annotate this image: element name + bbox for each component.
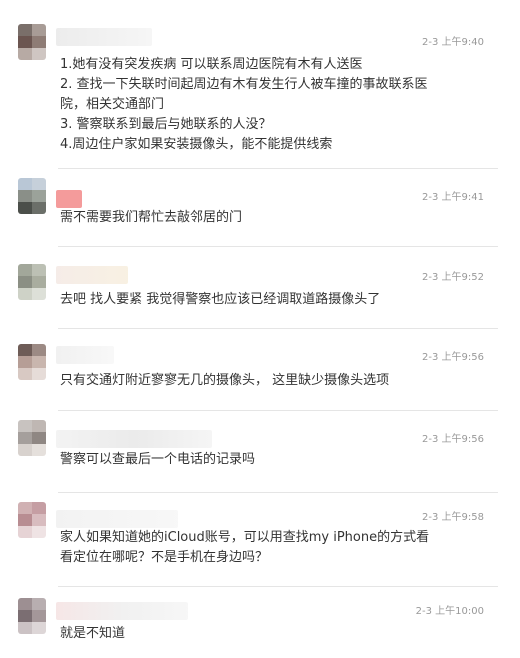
user-avatar[interactable] bbox=[18, 178, 46, 214]
user-avatar[interactable] bbox=[18, 344, 46, 380]
comment-text-line: 去吧 找人要紧 我觉得警察也应该已经调取道路摄像头了 bbox=[60, 292, 381, 307]
divider bbox=[58, 410, 498, 411]
comment-item: 2-3 上午9:58 家人如果知道她的iCloud账号，可以用查找my iPho… bbox=[0, 494, 520, 594]
comment-text-line: 院，相关交通部门 bbox=[60, 97, 165, 112]
divider bbox=[58, 328, 498, 329]
comment-text-line: 家人如果知道她的iCloud账号，可以用查找my iPhone的方式看 bbox=[60, 530, 430, 545]
comment-text-line: 看定位在哪呢？不是手机在身边吗？ bbox=[60, 550, 269, 565]
comment-timestamp: 2-3 上午9:52 bbox=[422, 272, 484, 283]
comment-item: 2-3 上午9:40 1.她有没有突发疾病 可以联系周边医院有木有人送医 2. … bbox=[0, 0, 520, 170]
comment-text-line: 4.周边住户家如果安装摄像头，能不能提供线索 bbox=[60, 137, 333, 152]
comment-text: 只有交通灯附近寥寥无几的摄像头， 这里缺少摄像头选项 bbox=[60, 371, 480, 391]
comment-text: 需不需要我们帮忙去敲邻居的门 bbox=[60, 208, 480, 228]
comment-list: 2-3 上午9:40 1.她有没有突发疾病 可以联系周边医院有木有人送医 2. … bbox=[0, 0, 520, 658]
user-avatar[interactable] bbox=[18, 264, 46, 300]
username-blurred[interactable] bbox=[56, 510, 178, 528]
comment-item: 2-3 上午9:41 需不需要我们帮忙去敲邻居的门 bbox=[0, 170, 520, 248]
comment-text: 家人如果知道她的iCloud账号，可以用查找my iPhone的方式看 看定位在… bbox=[60, 528, 480, 568]
comment-text-line: 3. 警察联系到最后与她联系的人没？ bbox=[60, 117, 272, 132]
comment-item: 2-3 上午9:56 只有交通灯附近寥寥无几的摄像头， 这里缺少摄像头选项 bbox=[0, 330, 520, 412]
comment-text-line: 需不需要我们帮忙去敲邻居的门 bbox=[60, 210, 243, 225]
comment-item: 2-3 上午9:52 去吧 找人要紧 我觉得警察也应该已经调取道路摄像头了 bbox=[0, 248, 520, 330]
comment-timestamp: 2-3 上午9:56 bbox=[422, 434, 484, 445]
username-blurred[interactable] bbox=[56, 266, 128, 284]
comment-timestamp: 2-3 上午9:56 bbox=[422, 352, 484, 363]
username-blurred[interactable] bbox=[56, 430, 212, 448]
user-avatar[interactable] bbox=[18, 420, 46, 456]
comment-timestamp: 2-3 上午9:40 bbox=[422, 37, 484, 48]
comment-timestamp: 2-3 上午9:58 bbox=[422, 512, 484, 523]
comment-text-line: 2. 查找一下失联时间起周边有木有发生行人被车撞的事故联系医 bbox=[60, 77, 428, 92]
comment-text: 就是不知道 bbox=[60, 624, 480, 644]
username-blurred[interactable] bbox=[56, 602, 188, 620]
comment-text: 警察可以查最后一个电话的记录吗 bbox=[60, 450, 480, 470]
username-blurred[interactable] bbox=[56, 346, 114, 364]
comment-text: 1.她有没有突发疾病 可以联系周边医院有木有人送医 2. 查找一下失联时间起周边… bbox=[60, 55, 480, 155]
username-blurred[interactable] bbox=[56, 190, 82, 208]
comment-text-line: 警察可以查最后一个电话的记录吗 bbox=[60, 452, 256, 467]
comment-text-line: 就是不知道 bbox=[60, 626, 126, 641]
divider bbox=[58, 168, 498, 169]
comment-item: 2-3 上午10:00 就是不知道 bbox=[0, 594, 520, 658]
user-avatar[interactable] bbox=[18, 502, 46, 538]
username-blurred[interactable] bbox=[56, 28, 152, 46]
comment-item: 2-3 上午9:56 警察可以查最后一个电话的记录吗 bbox=[0, 412, 520, 494]
comment-text-line: 只有交通灯附近寥寥无几的摄像头， 这里缺少摄像头选项 bbox=[60, 373, 390, 388]
user-avatar[interactable] bbox=[18, 598, 46, 634]
comment-text-line: 1.她有没有突发疾病 可以联系周边医院有木有人送医 bbox=[60, 57, 363, 72]
divider bbox=[58, 246, 498, 247]
user-avatar[interactable] bbox=[18, 24, 46, 60]
divider bbox=[58, 586, 498, 587]
comment-timestamp: 2-3 上午10:00 bbox=[415, 606, 484, 617]
comment-text: 去吧 找人要紧 我觉得警察也应该已经调取道路摄像头了 bbox=[60, 290, 480, 310]
divider bbox=[58, 492, 498, 493]
comment-timestamp: 2-3 上午9:41 bbox=[422, 192, 484, 203]
